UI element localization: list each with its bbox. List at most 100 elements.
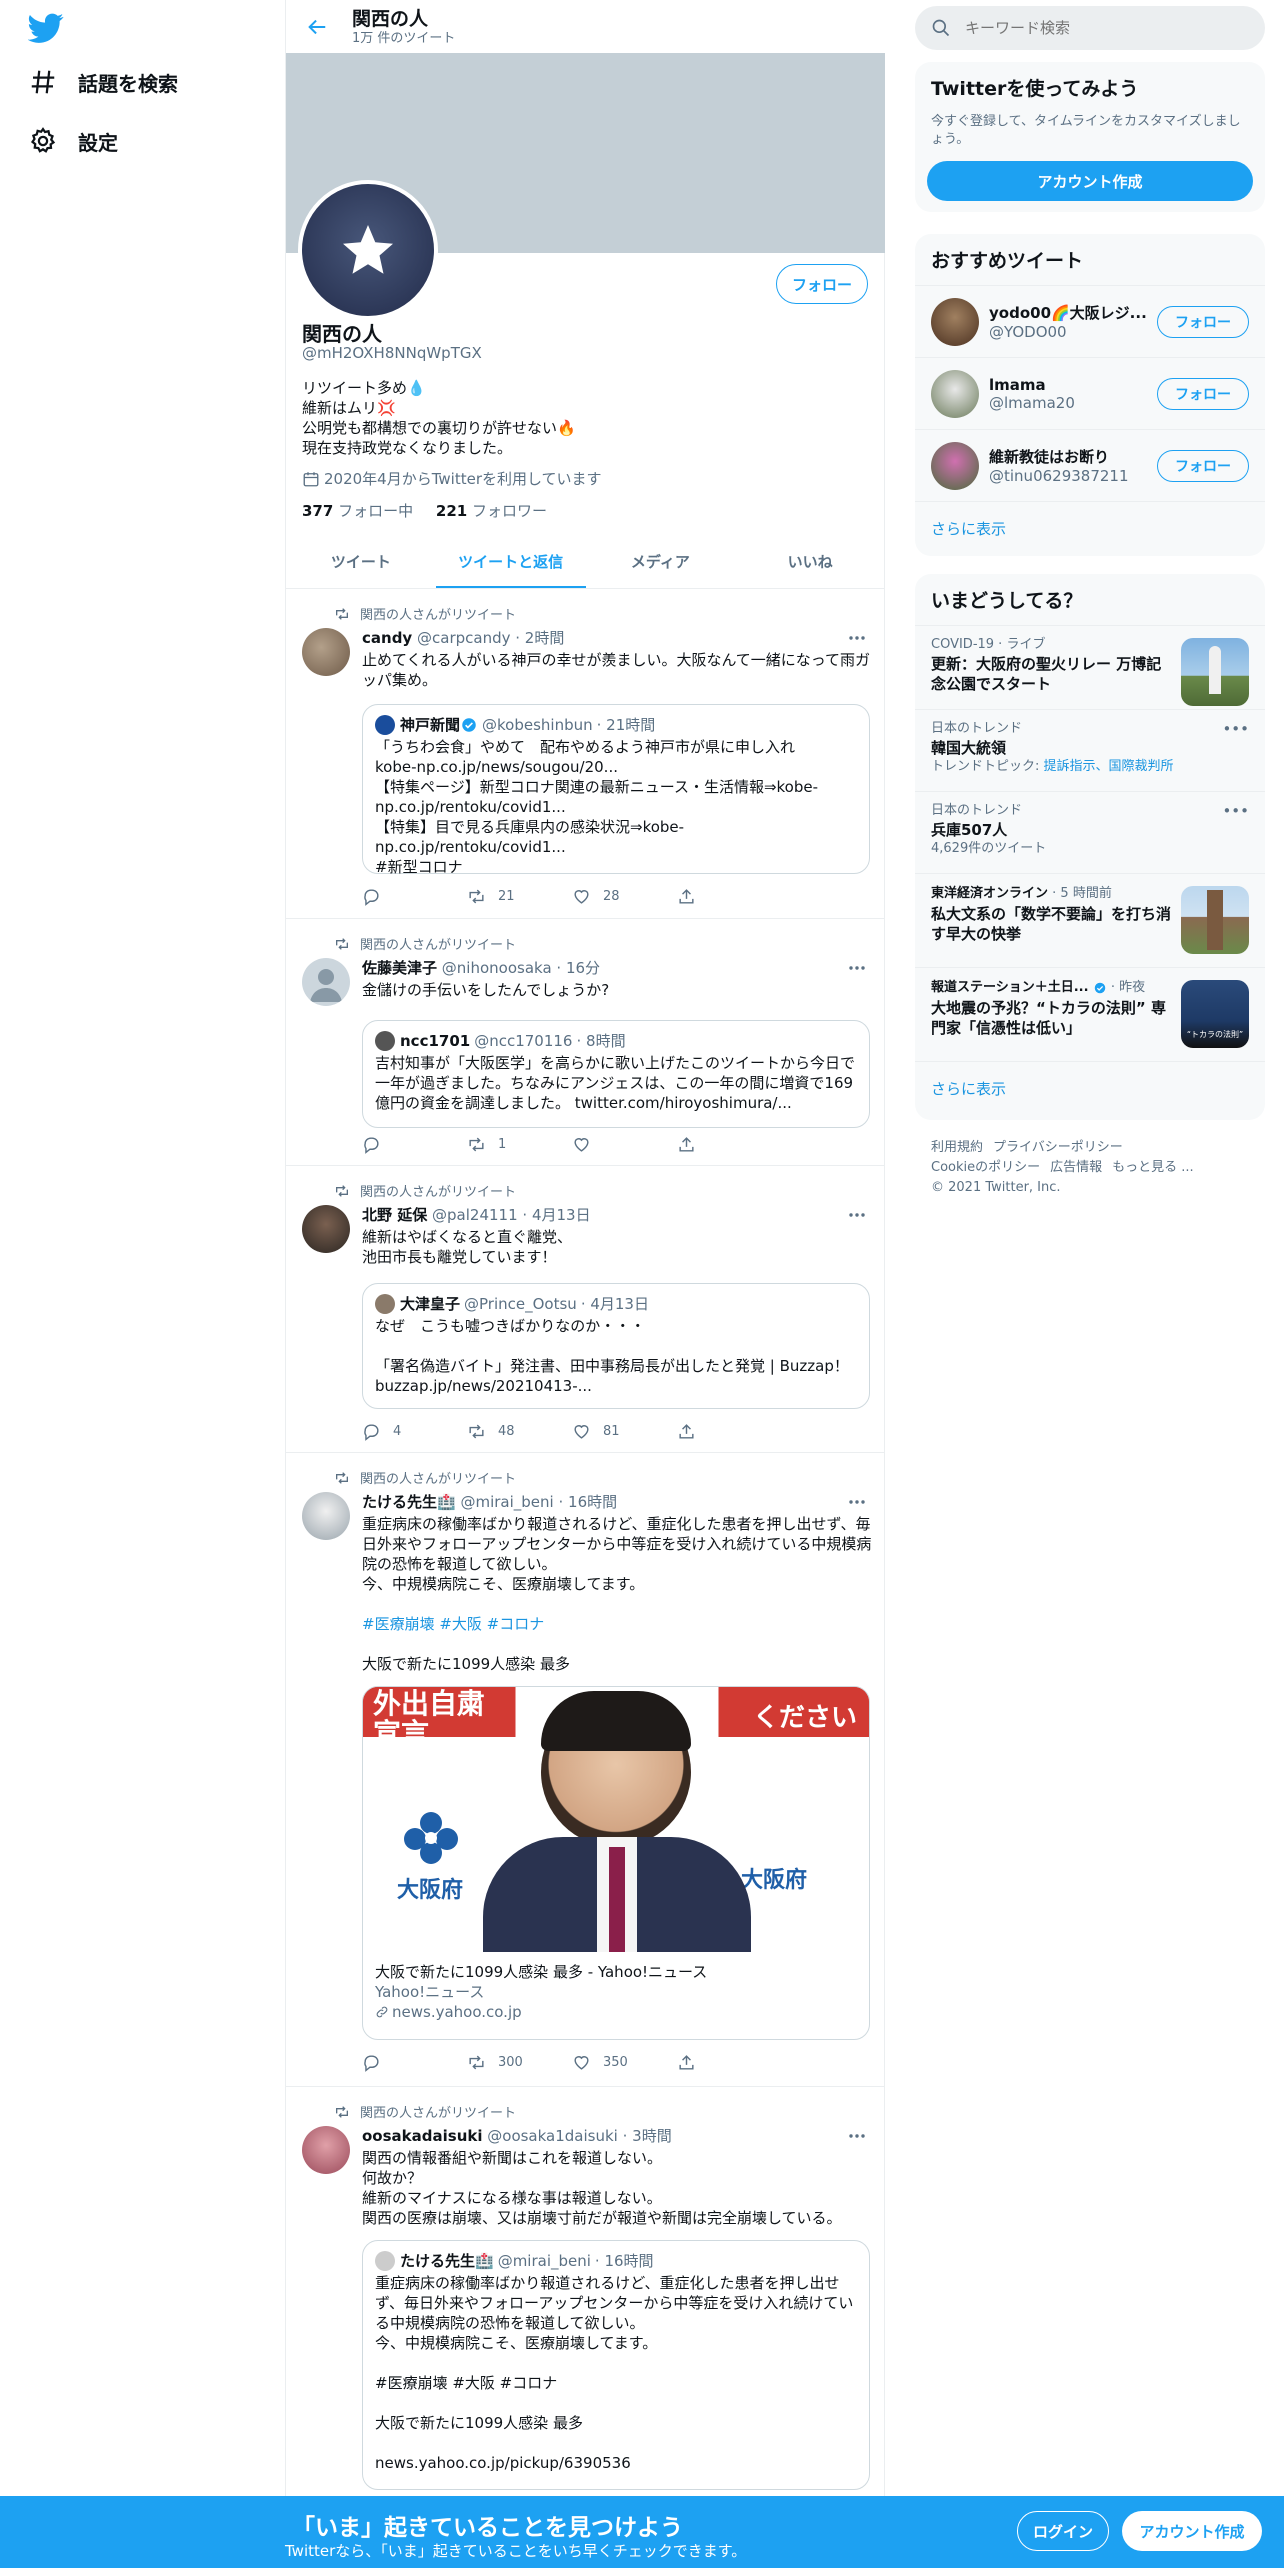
retweet-button[interactable]: 21	[467, 886, 572, 906]
trend-sub-links[interactable]: 提訴指示、国際裁判所	[1044, 759, 1174, 774]
reply-button[interactable]	[362, 2052, 467, 2072]
tweet-time[interactable]: · 16時間	[558, 1493, 617, 1511]
back-arrow-icon[interactable]	[302, 12, 332, 42]
search-box[interactable]	[915, 6, 1265, 50]
share-button[interactable]	[677, 886, 782, 906]
show-more-link[interactable]: さらに表示	[915, 1061, 1265, 1115]
quote-link[interactable]: kobe-np.co.jp/news/sougou/20...	[375, 757, 857, 777]
retweet-button[interactable]: 300	[467, 2052, 572, 2072]
tweet[interactable]: 関西の人さんがリツイート 北野 延保 @pal24111 · 4月13日 維新は…	[286, 1167, 885, 1453]
login-button[interactable]: ログイン	[1017, 2511, 1109, 2551]
follow-button[interactable]: フォロー	[776, 264, 868, 304]
like-button[interactable]	[572, 1134, 677, 1154]
tweet-time[interactable]: · 3時間	[623, 2127, 672, 2145]
trend-item[interactable]: 日本のトレンド ••• 兵庫507人 4,629件のツイート	[915, 791, 1265, 873]
author-name[interactable]: 佐藤美津子	[362, 959, 437, 977]
tweet[interactable]: 関西の人さんがリツイート candy @carpcandy · 2時間 止めてく…	[286, 590, 885, 919]
followers-count[interactable]: 221	[436, 502, 467, 520]
avatar[interactable]	[931, 369, 979, 418]
follow-suggestion[interactable]: lmama @lmama20 フォロー	[915, 357, 1265, 429]
following-label[interactable]: フォロー中	[338, 502, 413, 520]
share-button[interactable]	[677, 1134, 782, 1154]
avatar[interactable]	[931, 297, 979, 346]
followers-label[interactable]: フォロワー	[472, 502, 547, 520]
follow-button[interactable]: フォロー	[1157, 449, 1249, 482]
tweet[interactable]: 関西の人さんがリツイート 佐藤美津子 @nihonoosaka · 16分 金儲…	[286, 920, 885, 1166]
more-icon[interactable]: •••	[1222, 802, 1249, 820]
quote-hashtag[interactable]: #新型コロナ	[375, 857, 857, 877]
tab-likes[interactable]: いいね	[735, 535, 885, 588]
avatar[interactable]	[302, 2126, 350, 2174]
avatar[interactable]	[302, 1492, 350, 1540]
nav-explore[interactable]: 話題を検索	[28, 62, 178, 102]
author-handle[interactable]: @oosaka1daisuki	[487, 2127, 618, 2145]
avatar[interactable]	[931, 441, 979, 490]
follow-suggestion[interactable]: 維新教徒はお断り @tinu0629387211 フォロー	[915, 429, 1265, 501]
reply-button[interactable]	[362, 886, 467, 906]
tab-tweets-and-replies[interactable]: ツイートと返信	[435, 535, 586, 588]
author-name[interactable]: 北野 延保	[362, 1206, 427, 1224]
search-input[interactable]	[965, 19, 1235, 37]
more-icon[interactable]	[847, 2128, 867, 2144]
footer-link[interactable]: 利用規約	[931, 1140, 983, 1155]
avatar[interactable]	[302, 628, 350, 676]
link-card[interactable]: 外出自粛 宣言 ください 大阪府 大阪府 大阪で新たに1099人感染 最多 - …	[362, 1686, 870, 2040]
reply-button[interactable]	[362, 1134, 467, 1154]
quote-tweet[interactable]: たける先生🏥 @mirai_beni · 16時間 重症病床の稼働率ばかり報道さ…	[362, 2240, 870, 2490]
author-name[interactable]: たける先生🏥	[362, 1493, 456, 1511]
avatar[interactable]	[302, 1205, 350, 1253]
more-icon[interactable]: •••	[1222, 720, 1249, 738]
author-handle[interactable]: @pal24111	[432, 1206, 518, 1224]
quote-tweet[interactable]: 神戸新聞 @kobeshinbun · 21時間 「うちわ会食」やめて 配布やめ…	[362, 704, 870, 877]
like-button[interactable]: 28	[572, 886, 677, 906]
signup-button[interactable]: アカウント作成	[1122, 2511, 1262, 2551]
footer-link[interactable]: プライバシーポリシー	[993, 1140, 1123, 1155]
retweet-button[interactable]: 48	[467, 1421, 572, 1441]
tweet-time[interactable]: · 16分	[556, 959, 600, 977]
author-handle[interactable]: @mirai_beni	[460, 1493, 553, 1511]
footer-link[interactable]: もっと見る ...	[1112, 1160, 1194, 1175]
author-name[interactable]: candy	[362, 629, 412, 647]
hashtags[interactable]: #医療崩壊 #大阪 #コロナ	[362, 1614, 872, 1634]
trend-item[interactable]: COVID-19 · ライブ 更新：大阪府の聖火リレー 万博記念公園でスタート	[915, 625, 1265, 709]
twitter-logo-icon[interactable]	[28, 10, 64, 46]
reply-button[interactable]: 4	[362, 1421, 467, 1441]
like-button[interactable]: 81	[572, 1421, 677, 1441]
more-icon[interactable]	[847, 630, 867, 646]
share-button[interactable]	[677, 1421, 782, 1441]
retweet-button[interactable]: 1	[467, 1134, 572, 1154]
follow-button[interactable]: フォロー	[1157, 305, 1249, 338]
tweet-time[interactable]: · 4月13日	[522, 1206, 590, 1224]
tweet-text-line: 関西の情報番組や新聞はこれを報道しない。	[362, 2149, 663, 2167]
verified-icon	[460, 716, 478, 734]
profile-avatar[interactable]	[298, 180, 438, 320]
quote-tweet[interactable]: ncc1701 @ncc170116 · 8時間 吉村知事が「大阪医学」を高らか…	[362, 1020, 870, 1128]
more-icon[interactable]	[847, 960, 867, 976]
create-account-button[interactable]: アカウント作成	[927, 161, 1253, 201]
tweet[interactable]: 関西の人さんがリツイート たける先生🏥 @mirai_beni · 16時間 重…	[286, 1454, 885, 2087]
footer-link[interactable]: 広告情報	[1050, 1160, 1102, 1175]
quote-tweet[interactable]: 大津皇子 @Prince_Ootsu · 4月13日 なぜ こうも嘘つきばかりな…	[362, 1283, 870, 1409]
trend-item[interactable]: 日本のトレンド ••• 韓国大統領 トレンドトピック: 提訴指示、国際裁判所	[915, 709, 1265, 791]
trend-title: 韓国大統領	[931, 739, 1007, 757]
trend-item[interactable]: 報道ステーション＋土日... · 昨夜 大地震の予兆？“トカラの法則” 専門家「…	[915, 967, 1265, 1061]
author-handle[interactable]: @carpcandy	[417, 629, 510, 647]
show-more-link[interactable]: さらに表示	[915, 501, 1265, 555]
avatar[interactable]	[302, 958, 350, 1006]
author-name[interactable]: oosakadaisuki	[362, 2127, 482, 2145]
more-icon[interactable]	[847, 1207, 867, 1223]
footer-link[interactable]: Cookieのポリシー	[931, 1160, 1040, 1175]
tab-tweets[interactable]: ツイート	[286, 535, 436, 588]
share-button[interactable]	[677, 2052, 782, 2072]
bottom-signup-bar: 「いま」起きていることを見つけよう Twitterなら、「いま」起きていることを…	[0, 2496, 1284, 2568]
nav-settings[interactable]: 設定	[28, 121, 118, 161]
follow-button[interactable]: フォロー	[1157, 377, 1249, 410]
tab-media[interactable]: メディア	[586, 535, 736, 588]
tweet-time[interactable]: · 2時間	[515, 629, 564, 647]
follow-suggestion[interactable]: yodo00🌈大阪レジ... @YODO00 フォロー	[915, 285, 1265, 357]
trend-item[interactable]: 東洋経済オンライン · 5 時間前 私大文系の「数学不要論」を打ち消す早大の快挙	[915, 873, 1265, 967]
following-count[interactable]: 377	[302, 502, 333, 520]
author-handle[interactable]: @nihonoosaka	[442, 959, 552, 977]
like-button[interactable]: 350	[572, 2052, 677, 2072]
more-icon[interactable]	[847, 1494, 867, 1510]
